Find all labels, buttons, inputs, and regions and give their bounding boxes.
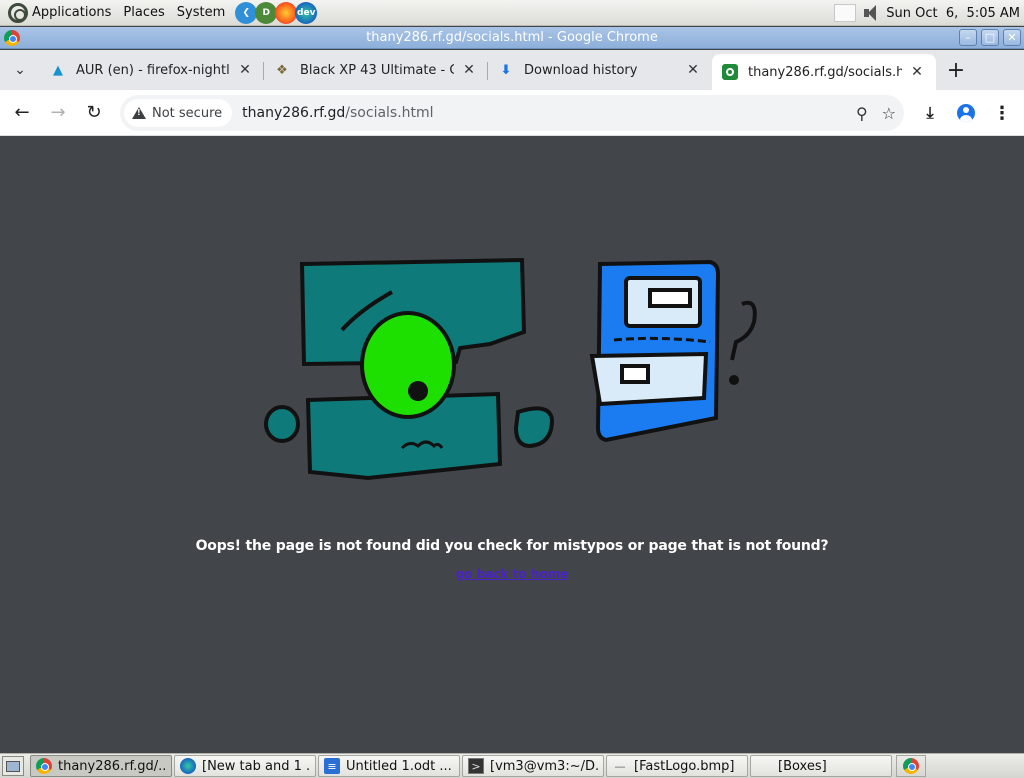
tab-download-history[interactable]: ⬇ Download history ✕ xyxy=(488,50,712,90)
window-title: thany286.rf.gd/socials.html - Google Chr… xyxy=(366,30,658,45)
task-label: [vm3@vm3:~/D... xyxy=(490,758,598,774)
maximize-button[interactable]: □ xyxy=(981,29,999,46)
close-button[interactable]: ✕ xyxy=(1003,29,1021,46)
workspace-chrome-icon[interactable] xyxy=(896,755,926,777)
monster-eye xyxy=(360,311,456,419)
url-text[interactable]: thany286.rf.gd/socials.html xyxy=(242,105,433,121)
tab-title: Download history xyxy=(524,62,638,78)
clock[interactable]: Sun Oct 6, 5:05 AM xyxy=(886,6,1020,21)
tab-aur[interactable]: ▲ AUR (en) - firefox-nightly ✕ xyxy=(40,50,264,90)
writer-icon: ≡ xyxy=(324,758,340,774)
keyboard-layout-icon[interactable] xyxy=(834,4,857,22)
tab-search-chevron-icon[interactable]: ⌄ xyxy=(0,50,40,90)
edge-dev-icon[interactable]: dev xyxy=(295,1,318,24)
edge-icon xyxy=(180,758,196,774)
arch-linux-icon: ▲ xyxy=(53,62,63,78)
tab-close-icon[interactable]: ✕ xyxy=(460,62,478,78)
taskbar: thany286.rf.gd/... [New tab and 1 ... ≡ … xyxy=(0,753,1024,778)
monster-right-hand xyxy=(513,406,555,449)
site-favicon xyxy=(722,64,738,80)
places-menu-label: Places xyxy=(123,5,165,20)
question-mark xyxy=(730,300,757,361)
not-found-illustration xyxy=(264,257,757,481)
forward-arrow-icon[interactable]: → xyxy=(40,95,76,131)
downloads-icon[interactable]: ⤓ xyxy=(916,99,944,127)
task-label: [New tab and 1 ... xyxy=(202,758,310,774)
boxes-icon xyxy=(756,758,772,774)
back-home-link[interactable]: go back to home xyxy=(0,567,1024,581)
places-menu[interactable]: Places xyxy=(115,0,168,26)
tab-socials[interactable]: thany286.rf.gd/socials.htm ✕ xyxy=(712,54,936,90)
task-image-viewer[interactable]: — [FastLogo.bmp] xyxy=(606,755,748,777)
dbeaver-icon[interactable]: D xyxy=(255,1,278,24)
profile-button[interactable] xyxy=(952,99,980,127)
reload-icon[interactable]: ↻ xyxy=(76,95,112,131)
firefox-icon[interactable] xyxy=(275,1,298,24)
chrome-icon xyxy=(903,758,919,774)
minimize-button[interactable]: – xyxy=(959,29,977,46)
vscode-icon[interactable]: ❮ xyxy=(235,1,258,24)
show-desktop-button[interactable] xyxy=(2,756,24,776)
omnibox-actions: ⚲ ☆ xyxy=(856,95,896,131)
error-message: Oops! the page is not found did you chec… xyxy=(195,538,829,554)
browser-toolbar: ← → ↻ Not secure thany286.rf.gd/socials.… xyxy=(0,90,1024,136)
monster-left-hand xyxy=(264,405,300,443)
task-boxes[interactable]: [Boxes] xyxy=(750,755,892,777)
task-label: [FastLogo.bmp] xyxy=(634,758,735,774)
panel-tray: Sun Oct 6, 5:05 AM xyxy=(834,0,1020,26)
task-writer[interactable]: ≡ Untitled 1.odt ... xyxy=(318,755,460,777)
back-arrow-icon[interactable]: ← xyxy=(4,95,40,131)
volume-icon[interactable] xyxy=(862,4,880,22)
monster-pupil xyxy=(408,381,428,401)
download-icon: ⬇ xyxy=(500,62,512,78)
security-chip[interactable]: Not secure xyxy=(124,99,233,127)
tab-close-icon[interactable]: ✕ xyxy=(908,64,926,80)
task-label: Untitled 1.odt ... xyxy=(346,758,452,774)
new-tab-button[interactable]: + xyxy=(936,50,976,90)
system-menu[interactable]: System xyxy=(169,0,229,26)
image-viewer-icon: — xyxy=(614,759,626,773)
security-label: Not secure xyxy=(152,105,223,121)
task-terminal[interactable]: > [vm3@vm3:~/D... xyxy=(462,755,604,777)
window-title-bar[interactable]: thany286.rf.gd/socials.html - Google Chr… xyxy=(0,27,1024,49)
tab-black-xp[interactable]: ❖ Black XP 43 Ultimate - Cru ✕ xyxy=(264,50,488,90)
debian-logo-icon xyxy=(8,2,28,23)
terminal-icon: > xyxy=(468,758,484,774)
tab-close-icon[interactable]: ✕ xyxy=(684,62,702,78)
tab-title: AUR (en) - firefox-nightly xyxy=(76,62,230,78)
task-label: thany286.rf.gd/... xyxy=(58,758,166,774)
task-chrome[interactable]: thany286.rf.gd/... xyxy=(30,755,172,777)
black-xp-icon: ❖ xyxy=(276,62,288,78)
url-host: thany286.rf.gd xyxy=(242,105,346,121)
system-menu-label: System xyxy=(176,5,226,20)
window-controls: – □ ✕ xyxy=(959,29,1021,46)
tab-title: Black XP 43 Ultimate - Cru xyxy=(300,62,454,78)
tab-close-icon[interactable]: ✕ xyxy=(236,62,254,78)
page-content: Oops! the page is not found did you chec… xyxy=(0,137,1024,753)
applications-menu-label: Applications xyxy=(32,5,112,20)
chrome-icon xyxy=(36,758,52,774)
zoom-icon[interactable]: ⚲ xyxy=(856,104,868,123)
tab-strip: ⌄ ▲ AUR (en) - firefox-nightly ✕ ❖ Black… xyxy=(0,50,1024,90)
warning-icon xyxy=(132,107,146,119)
screen: Applications Places System ❮ D dev Sun O… xyxy=(0,0,1024,778)
chrome-icon xyxy=(4,30,20,46)
applications-menu[interactable]: Applications xyxy=(0,0,115,26)
tab-title: thany286.rf.gd/socials.htm xyxy=(748,64,902,80)
task-edge[interactable]: [New tab and 1 ... xyxy=(174,755,316,777)
menu-kebab-icon[interactable]: ⋮ xyxy=(988,99,1016,127)
bookmark-star-icon[interactable]: ☆ xyxy=(882,104,896,123)
top-panel: Applications Places System ❮ D dev Sun O… xyxy=(0,0,1024,26)
profile-avatar-icon xyxy=(957,104,975,122)
task-label: [Boxes] xyxy=(778,758,827,774)
url-path: /socials.html xyxy=(345,105,434,121)
toolbar-right: ⤓ ⋮ xyxy=(916,95,1016,131)
address-bar[interactable]: Not secure thany286.rf.gd/socials.html ⚲… xyxy=(120,95,904,131)
